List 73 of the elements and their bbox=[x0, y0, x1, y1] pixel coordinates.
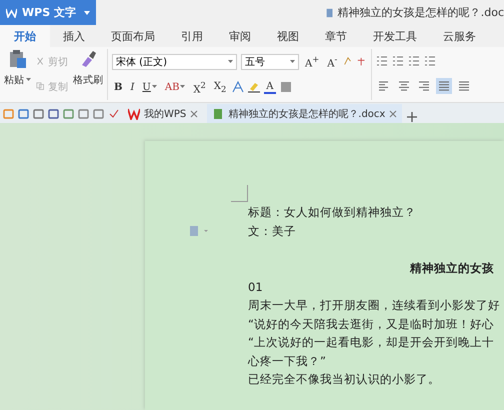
menu-tab[interactable]: 开发工具 bbox=[360, 25, 430, 47]
menu-tab[interactable]: 引用 bbox=[168, 25, 216, 47]
add-tab-icon bbox=[406, 111, 418, 123]
paste-button[interactable]: 粘贴 bbox=[4, 49, 31, 100]
document-text-line: 已经完全不像我当初认识的小影了。 bbox=[248, 371, 441, 388]
logo-icon bbox=[6, 8, 17, 18]
menu-tab[interactable]: 视图 bbox=[264, 25, 312, 47]
document-text-line: “说好的今天陪我去逛街，又是临时加班！好心 bbox=[248, 316, 495, 332]
format-button[interactable]: X$_{2}$ bbox=[212, 80, 228, 94]
document-tab[interactable]: 我的WPS bbox=[123, 104, 204, 123]
document-heading: 精神独立的女孩 bbox=[408, 260, 495, 277]
menu-tab[interactable]: 云服务 bbox=[430, 25, 489, 47]
menu-tab[interactable]: 章节 bbox=[312, 25, 360, 47]
toolbar-icon[interactable] bbox=[18, 108, 29, 119]
document-tab[interactable]: 精神独立的女孩是怎样的呢？.docx bbox=[207, 104, 402, 123]
shading-icon bbox=[280, 81, 292, 94]
format-button[interactable]: B bbox=[112, 82, 124, 93]
font-size-step-button[interactable]: A$^{+}$ bbox=[303, 54, 322, 70]
caret-icon bbox=[290, 60, 295, 64]
toolbar-icon[interactable] bbox=[78, 108, 89, 119]
toolbar-icon[interactable] bbox=[33, 108, 44, 119]
align-icon bbox=[398, 80, 410, 92]
format-painter-button[interactable]: 格式刷 bbox=[73, 49, 103, 100]
align-icon bbox=[438, 80, 450, 92]
margin-corner-mark bbox=[231, 185, 248, 202]
customize-icon[interactable] bbox=[108, 108, 119, 119]
close-icon bbox=[389, 110, 398, 118]
scissors-icon bbox=[36, 56, 46, 67]
document-text-line: 心疼一下我？” bbox=[248, 352, 327, 370]
caret-icon bbox=[180, 85, 186, 90]
caret-icon bbox=[26, 78, 31, 82]
list-icon bbox=[424, 54, 436, 67]
toolbar-icon[interactable] bbox=[48, 108, 59, 119]
font-size-dropdown[interactable]: 五号 bbox=[241, 54, 299, 70]
format-button[interactable]: X$^{2}$ bbox=[191, 80, 208, 96]
document-text-line: 01 bbox=[248, 278, 264, 296]
align-icon bbox=[418, 80, 430, 92]
document-icon bbox=[324, 8, 335, 18]
caret-icon bbox=[84, 10, 90, 14]
text-effect-icon bbox=[232, 81, 244, 94]
app-menu-button[interactable]: WPS 文字 bbox=[0, 0, 96, 25]
menu-tab[interactable]: 插入 bbox=[50, 25, 98, 47]
document-text-line: 周末一大早，打开朋友圈，连续看到小影发了好 bbox=[248, 297, 501, 314]
format-button[interactable]: U bbox=[140, 82, 159, 93]
caret-icon bbox=[228, 60, 233, 64]
menu-tab[interactable]: 开始 bbox=[0, 25, 50, 47]
document-title: 精神独立的女孩是怎样的呢？.doc bbox=[324, 5, 504, 20]
caret-icon bbox=[152, 85, 157, 90]
copy-icon bbox=[36, 82, 46, 92]
format-button[interactable]: AB bbox=[162, 82, 188, 93]
brush-icon bbox=[79, 49, 97, 69]
list-icon bbox=[408, 54, 420, 67]
list-icon bbox=[392, 54, 404, 67]
align-icon bbox=[458, 80, 470, 92]
menu-tab[interactable]: 审阅 bbox=[216, 25, 264, 47]
highlighter-icon bbox=[248, 81, 260, 94]
document-text-line: 文：美子 bbox=[248, 222, 297, 240]
font-name-dropdown[interactable]: 宋体 (正文) bbox=[112, 54, 237, 70]
close-icon bbox=[190, 110, 198, 118]
format-button[interactable]: I bbox=[128, 82, 136, 93]
toolbar-icon[interactable] bbox=[93, 108, 104, 119]
font-size-step-button[interactable]: A$^{-}$ bbox=[325, 54, 340, 70]
font-color-button[interactable]: A bbox=[264, 80, 276, 94]
document-text-line: “上次说好的一起看电影，却是开会开到晚上十 bbox=[248, 334, 495, 351]
menu-tab[interactable]: 页面布局 bbox=[98, 25, 168, 47]
align-button[interactable] bbox=[436, 78, 452, 94]
clipboard-icon bbox=[8, 49, 26, 69]
document-icon bbox=[212, 108, 224, 120]
wps-logo-icon bbox=[128, 108, 140, 120]
document-text-line: 标题：女人如何做到精神独立？ bbox=[248, 204, 417, 221]
align-icon bbox=[378, 80, 390, 92]
list-icon bbox=[376, 54, 388, 67]
toolbar-icon[interactable] bbox=[63, 108, 74, 119]
